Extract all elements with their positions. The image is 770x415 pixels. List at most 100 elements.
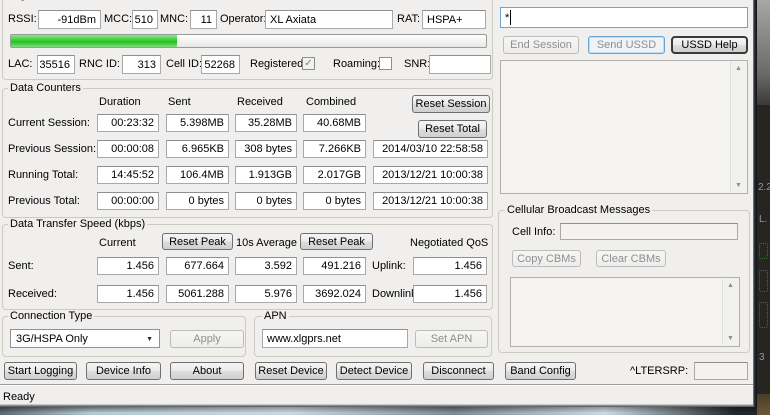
- ltersrp-value: [694, 362, 748, 380]
- apn-group-label: APN: [262, 310, 289, 323]
- ltersrp-label: ^LTERSRP:: [630, 365, 689, 377]
- data-counters-group-label: Data Counters: [8, 82, 83, 95]
- col-combined: Combined: [306, 96, 357, 108]
- registered-label: Registered:: [250, 58, 307, 70]
- received-average: 5.976: [235, 285, 297, 303]
- row-label: Previous Total:: [8, 195, 80, 207]
- set-apn-button[interactable]: Set APN: [415, 330, 488, 348]
- connection-type-group-label: Connection Type: [8, 310, 95, 323]
- cell-received: 1.913GB: [235, 166, 297, 184]
- device-info-button[interactable]: Device Info: [86, 362, 161, 380]
- about-button[interactable]: About: [170, 362, 244, 380]
- background-window-fragment: [757, 0, 770, 105]
- roaming-checkbox[interactable]: [379, 57, 392, 70]
- scroll-up-icon[interactable]: ▲: [735, 65, 742, 72]
- taskbar-strip: [0, 407, 757, 415]
- cell-sent: 5.398MB: [166, 114, 229, 132]
- cbm-messages-area[interactable]: ▲ ▼: [510, 277, 740, 347]
- signal-strength-bar: [10, 34, 487, 48]
- cell-received: 35.28MB: [235, 114, 297, 132]
- scroll-down-icon[interactable]: ▼: [735, 182, 742, 189]
- cell-id-label: Cell ID:: [166, 58, 203, 70]
- cell-timestamp: 2013/12/21 10:00:38: [373, 192, 488, 210]
- row-label: Previous Session:: [8, 143, 97, 155]
- cell-info-label: Cell Info:: [512, 226, 556, 238]
- dropdown-arrow-icon: ▼: [146, 336, 153, 343]
- scroll-up-icon[interactable]: ▲: [727, 282, 734, 289]
- sent-average-peak: 491.216: [303, 257, 366, 275]
- cell-duration: 00:00:00: [97, 192, 159, 210]
- rnc-id-label: RNC ID:: [79, 58, 120, 70]
- cell-duration: 00:23:32: [97, 114, 159, 132]
- col-sent: Sent: [168, 96, 191, 108]
- apply-button[interactable]: Apply: [170, 330, 244, 348]
- snr-label: SNR:: [404, 58, 431, 70]
- col-duration: Duration: [99, 96, 141, 108]
- reset-peak-current-button[interactable]: Reset Peak: [162, 233, 233, 250]
- background-text-fragment: L.: [759, 214, 768, 225]
- desktop-background-strip: 2.2 L. 3: [757, 0, 770, 415]
- operator-label: Operator:: [220, 13, 267, 25]
- connection-type-dropdown[interactable]: 3G/HSPA Only ▼: [10, 329, 160, 348]
- roaming-label: Roaming:: [333, 58, 381, 70]
- reset-session-button[interactable]: Reset Session: [412, 95, 490, 113]
- scroll-down-icon[interactable]: ▼: [727, 335, 734, 342]
- rat-value: HSPA+: [422, 10, 486, 29]
- cell-id-value: 52268: [201, 55, 240, 74]
- detect-device-button[interactable]: Detect Device: [336, 362, 412, 380]
- copy-cbms-button[interactable]: Copy CBMs: [512, 250, 581, 267]
- col-current: Current: [99, 237, 136, 249]
- end-session-button[interactable]: End Session: [503, 36, 579, 54]
- send-ussd-button[interactable]: Send USSD: [588, 36, 665, 54]
- background-led-graphic: [759, 270, 768, 292]
- cell-timestamp: 2013/12/21 10:00:38: [373, 166, 488, 184]
- start-logging-button[interactable]: Start Logging: [4, 362, 77, 380]
- mnc-label: MNC:: [160, 13, 189, 25]
- ussd-command-input[interactable]: *: [500, 7, 748, 28]
- reset-peak-average-button[interactable]: Reset Peak: [300, 233, 373, 250]
- cell-combined: 7.266KB: [303, 140, 366, 158]
- row-label: Current Session:: [8, 117, 90, 129]
- mcc-value: 510: [132, 10, 158, 29]
- received-peak: 5061.288: [166, 285, 229, 303]
- received-row-label: Received:: [8, 288, 57, 300]
- cell-timestamp: 2014/03/10 22:58:58: [373, 140, 488, 158]
- background-text-fragment: 2.2: [758, 182, 770, 193]
- disconnect-button[interactable]: Disconnect: [423, 362, 494, 380]
- background-text-fragment: 3: [759, 352, 765, 363]
- background-desk-fragment: [757, 394, 770, 415]
- cell-duration: 14:45:52: [97, 166, 159, 184]
- background-led-graphic: [759, 243, 768, 259]
- mcc-label: MCC:: [104, 13, 133, 25]
- background-led-graphic: [759, 302, 768, 328]
- ussd-help-button[interactable]: USSD Help: [671, 36, 748, 54]
- band-config-button[interactable]: Band Config: [505, 362, 576, 380]
- checkmark-icon: ✓: [304, 58, 313, 69]
- mnc-value: 11: [190, 10, 217, 29]
- cbm-scrollbar[interactable]: ▲ ▼: [722, 279, 738, 345]
- text-cursor: [510, 10, 511, 25]
- registered-checkbox[interactable]: ✓: [302, 57, 315, 70]
- cell-duration: 00:00:08: [97, 140, 159, 158]
- sent-average: 3.592: [235, 257, 297, 275]
- cell-received: 0 bytes: [235, 192, 297, 210]
- ussd-response-area[interactable]: ▲ ▼: [500, 60, 748, 194]
- cell-sent: 106.4MB: [166, 166, 229, 184]
- apn-input[interactable]: www.xlgprs.net: [262, 329, 408, 348]
- clear-cbms-button[interactable]: Clear CBMs: [596, 250, 666, 267]
- snr-value: [429, 55, 491, 74]
- cbm-group-label: Cellular Broadcast Messages: [505, 204, 653, 217]
- status-text: Ready: [3, 391, 35, 403]
- signal-group-label: Signal: [8, 0, 43, 2]
- received-average-peak: 3692.024: [303, 285, 366, 303]
- rssi-label: RSSI:: [8, 13, 37, 25]
- cell-received: 308 bytes: [235, 140, 297, 158]
- ussd-response-scrollbar[interactable]: ▲ ▼: [730, 62, 746, 192]
- reset-total-button[interactable]: Reset Total: [418, 120, 487, 138]
- rat-label: RAT:: [397, 13, 421, 25]
- reset-device-button[interactable]: Reset Device: [255, 362, 327, 380]
- cell-sent: 0 bytes: [166, 192, 229, 210]
- col-received: Received: [237, 96, 283, 108]
- col-10s-average: 10s Average: [236, 237, 297, 249]
- cell-combined: 40.68MB: [303, 114, 366, 132]
